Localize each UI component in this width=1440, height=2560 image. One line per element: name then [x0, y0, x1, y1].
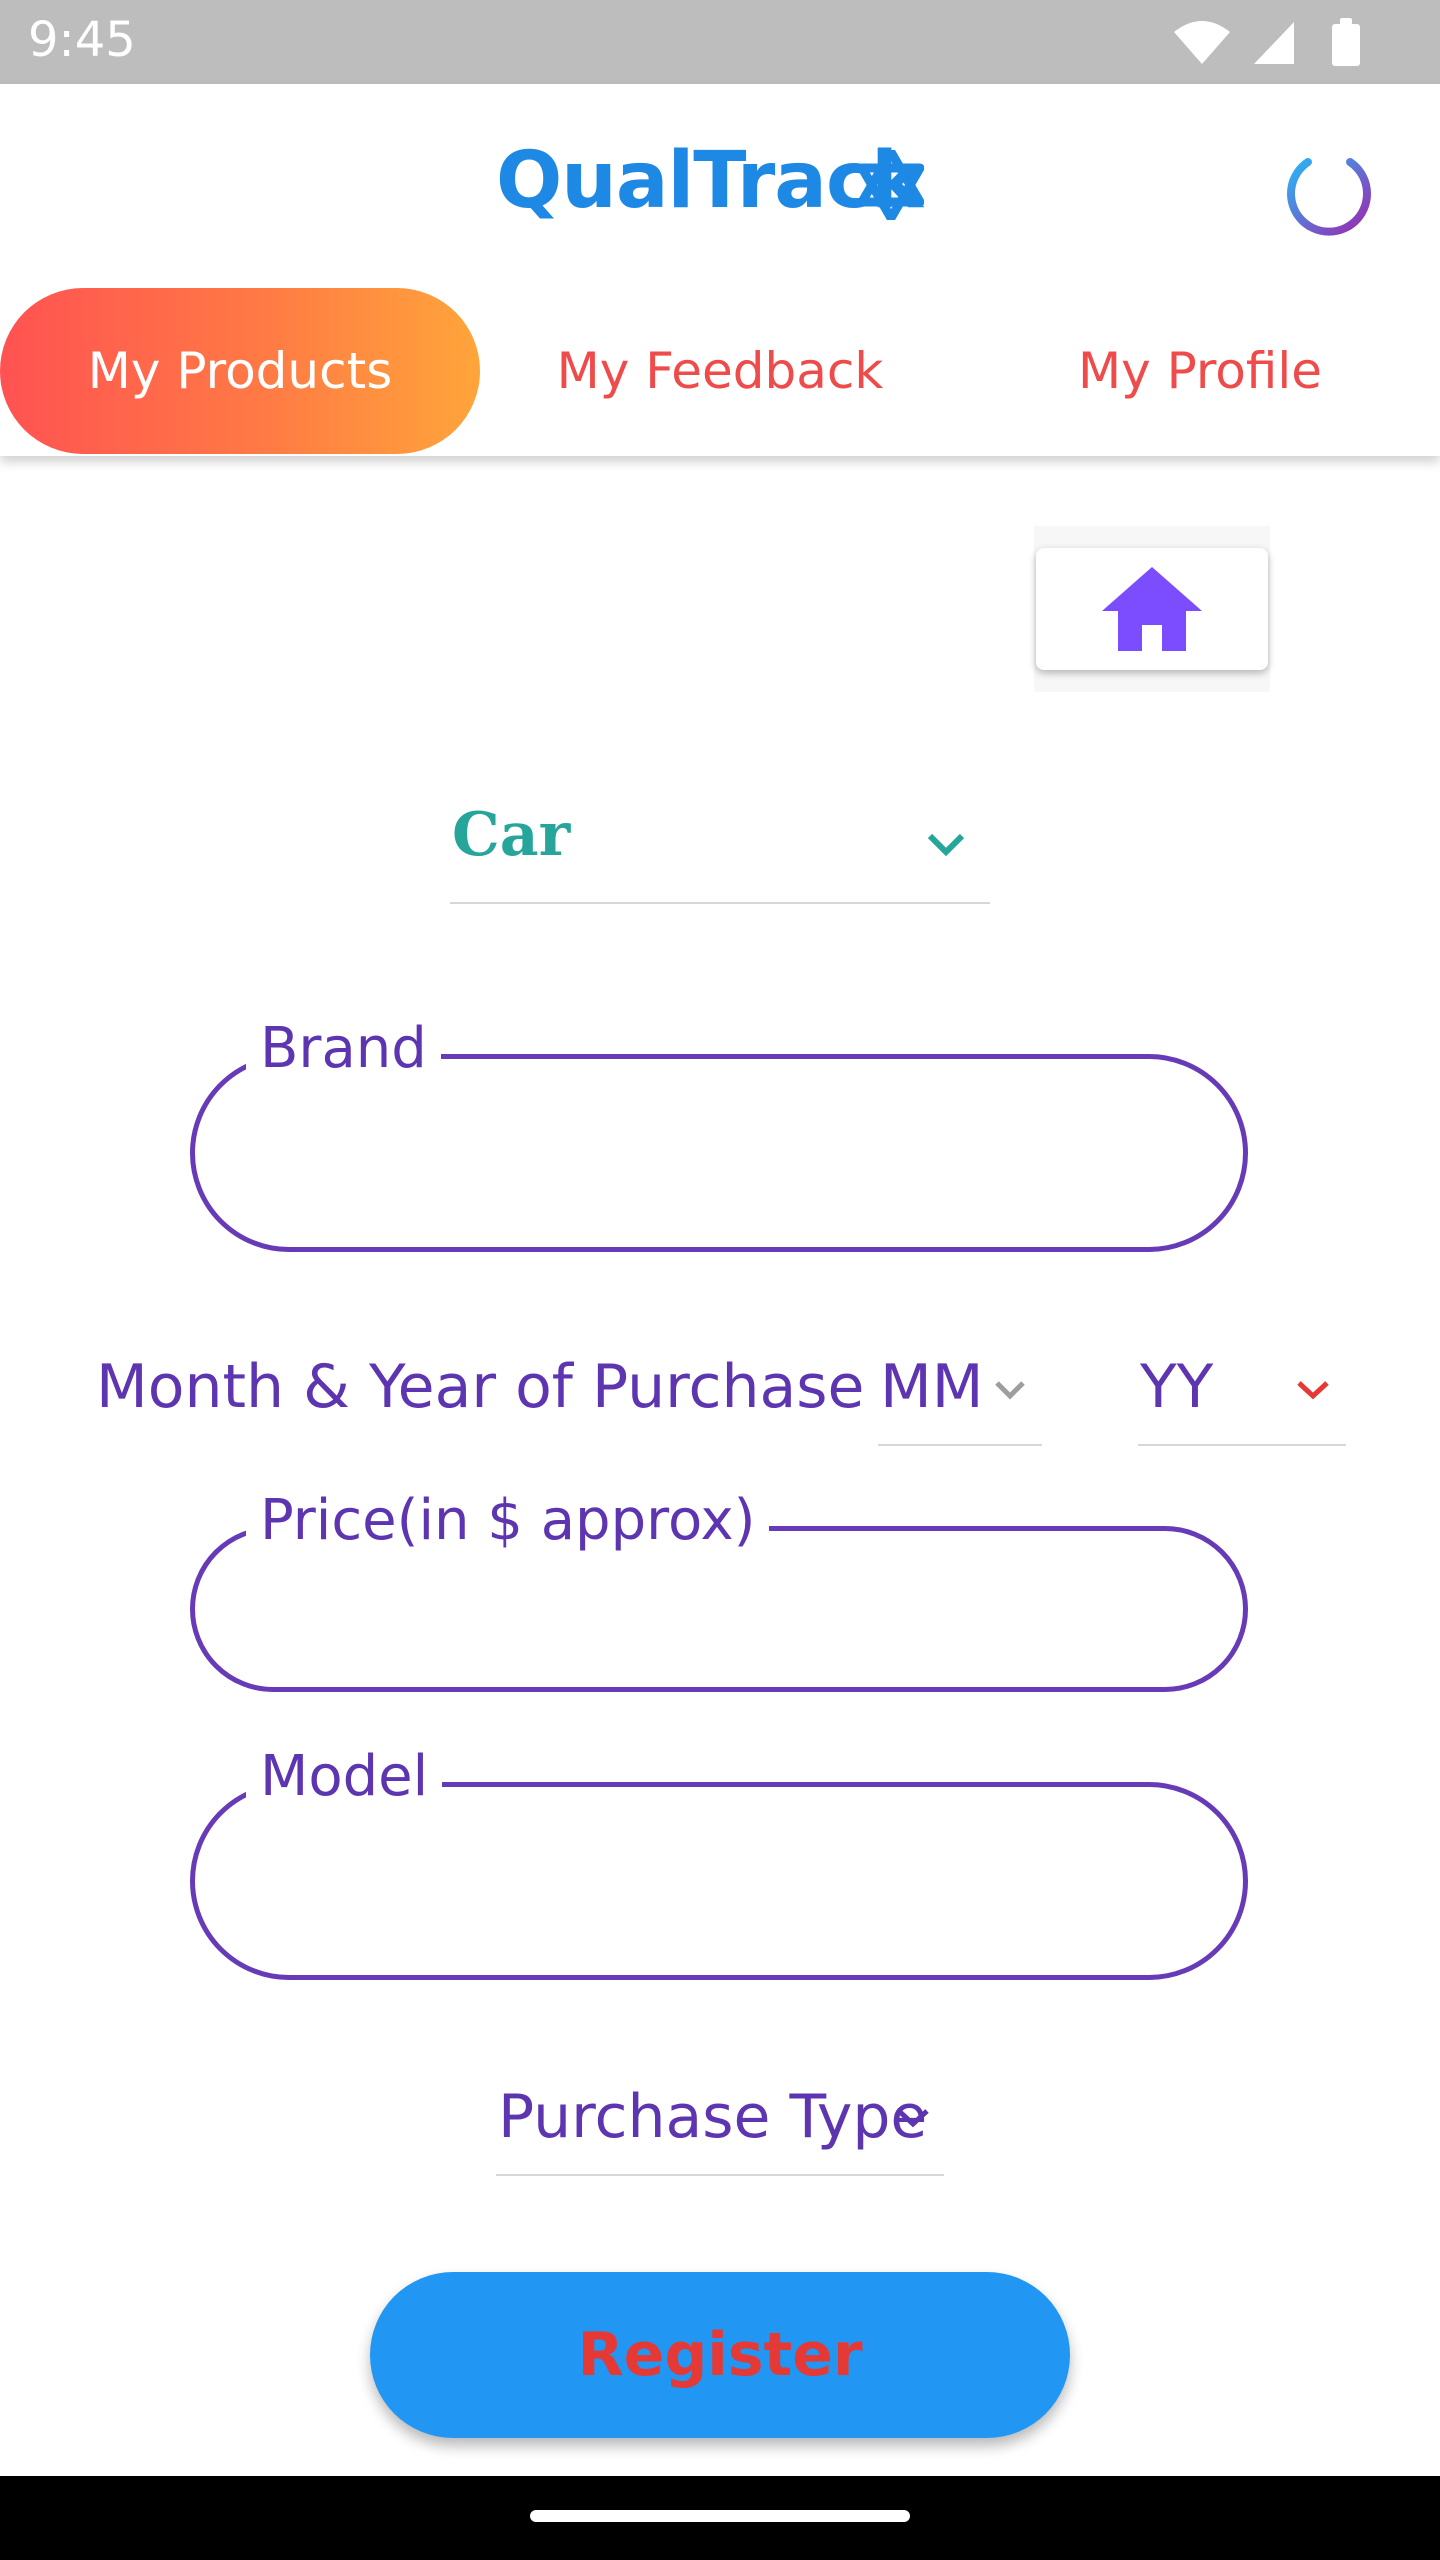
model-field-label: Model — [246, 1744, 443, 1809]
register-button-label: Register — [577, 2320, 863, 2390]
home-button[interactable] — [1036, 548, 1268, 670]
signal-icon — [1254, 22, 1294, 64]
chevron-down-icon — [1297, 1381, 1329, 1400]
purchase-type-placeholder: Purchase Type — [498, 2082, 928, 2152]
tab-my-products[interactable]: My Products — [0, 288, 480, 454]
tab-my-profile[interactable]: My Profile — [960, 288, 1440, 454]
battery-icon — [1332, 18, 1360, 66]
chevron-down-icon — [897, 2109, 929, 2128]
tab-my-feedback[interactable]: My Feedback — [480, 288, 960, 454]
category-value: Car — [452, 800, 571, 870]
price-field-label: Price(in $ approx) — [246, 1488, 770, 1553]
chevron-down-icon — [927, 833, 965, 857]
purchase-date-label: Month & Year of Purchase — [96, 1352, 865, 1422]
tab-label: My Products — [87, 342, 393, 400]
model-field[interactable] — [190, 1782, 1248, 1980]
tab-label: My Feedback — [556, 342, 884, 400]
power-icon[interactable] — [1280, 132, 1378, 242]
year-select-value: YY — [1140, 1352, 1214, 1422]
chevron-down-icon — [995, 1381, 1025, 1400]
wifi-icon — [1174, 21, 1230, 64]
home-icon — [1102, 567, 1202, 651]
star-of-david-icon — [858, 150, 924, 220]
status-icons — [1174, 18, 1360, 66]
register-button[interactable]: Register — [370, 2272, 1070, 2438]
brand-field[interactable] — [190, 1054, 1248, 1252]
tab-label: My Profile — [1077, 342, 1323, 400]
home-indicator[interactable] — [530, 2510, 910, 2522]
brand-field-label: Brand — [246, 1016, 441, 1081]
status-time: 9:45 — [28, 12, 136, 68]
month-select-value: MM — [880, 1352, 984, 1422]
